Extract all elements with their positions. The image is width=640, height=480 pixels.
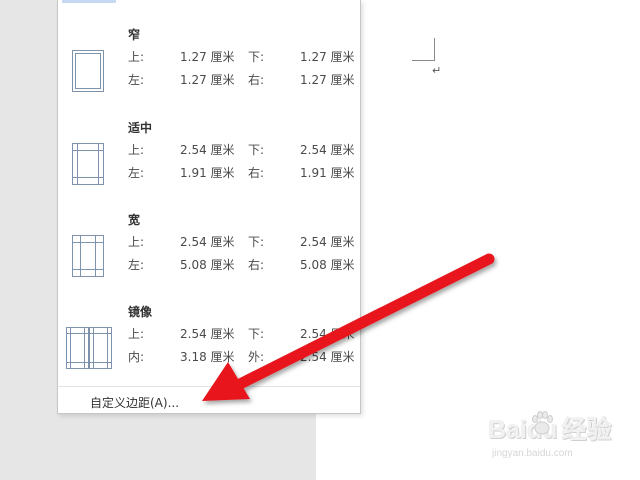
annotation-arrow xyxy=(202,253,495,401)
watermark-url: jingyan.baidu.com xyxy=(492,448,573,459)
baidu-jingyan-watermark: Baidu 经验 jingyan.baidu.com xyxy=(488,410,628,468)
paw-logo-icon xyxy=(532,411,553,435)
